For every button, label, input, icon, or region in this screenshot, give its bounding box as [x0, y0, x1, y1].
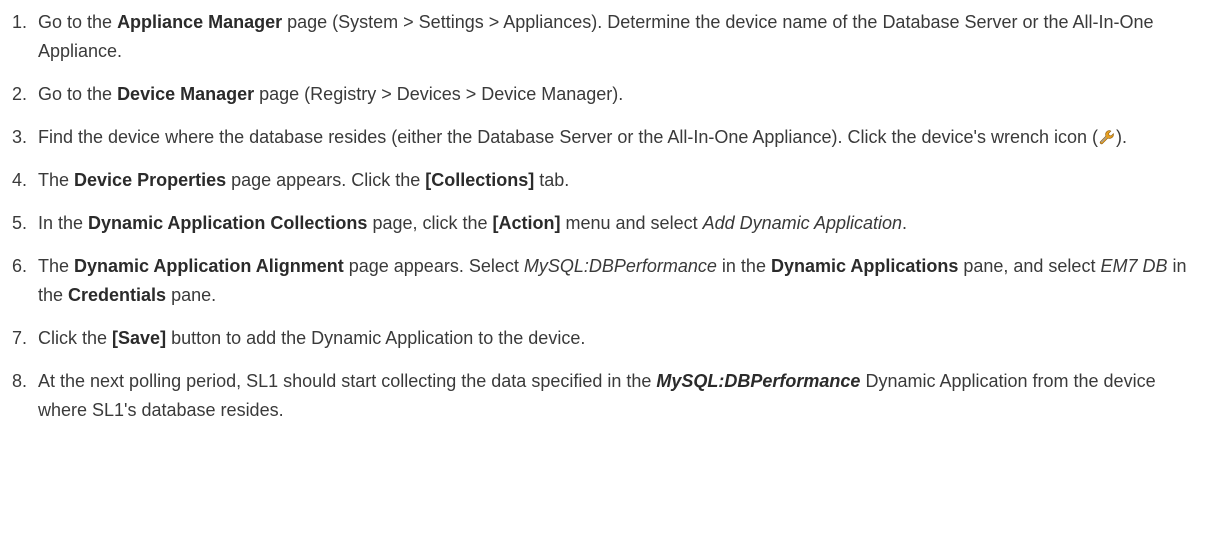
ui-term: [Save] — [112, 328, 167, 348]
ui-term: [Collections] — [425, 170, 535, 190]
step-text: page appears. Select — [343, 256, 524, 276]
step-text: Go to the — [38, 12, 118, 32]
step-text: The — [38, 256, 75, 276]
ui-term: Dynamic Application Alignment — [74, 256, 344, 276]
step-text: page appears. Click the — [226, 170, 426, 190]
step-number: 8. — [12, 371, 28, 391]
ui-term: Dynamic Application Collections — [88, 213, 368, 233]
instruction-steps: 1. Go to the Appliance Manager page (Syst… — [0, 0, 1223, 425]
step-text: Go to the — [38, 84, 118, 104]
step-text: The — [38, 170, 75, 190]
step-number: 1. — [12, 12, 28, 32]
step-text: page (Registry > Devices > Device Manage… — [254, 84, 624, 104]
step-number: 2. — [12, 84, 28, 104]
ui-term: [Action] — [492, 213, 561, 233]
step-1: 1. Go to the Appliance Manager page (Syst… — [0, 8, 1223, 66]
option-name: Add Dynamic Application — [702, 213, 903, 233]
step-text: Find the device where the database resid… — [38, 127, 1098, 147]
step-text: Click the — [38, 328, 113, 348]
step-3: 3. Find the device where the database res… — [0, 123, 1223, 152]
step-2: 2. Go to the Device Manager page (Registr… — [0, 80, 1223, 109]
step-4: 4. The Device Properties page appears. Cl… — [0, 166, 1223, 195]
ui-term: Credentials — [68, 285, 167, 305]
ui-term: Appliance Manager — [117, 12, 283, 32]
ui-term: Device Manager — [117, 84, 255, 104]
step-text: ). — [1116, 127, 1127, 147]
step-text: pane. — [166, 285, 217, 305]
step-text: menu and select — [560, 213, 703, 233]
step-number: 4. — [12, 170, 28, 190]
step-text: . — [902, 213, 908, 233]
option-name: EM7 DB — [1100, 256, 1168, 276]
step-text: button to add the Dynamic Application to… — [166, 328, 586, 348]
step-number: 6. — [12, 256, 28, 276]
step-number: 3. — [12, 127, 28, 147]
step-text: page, click the — [367, 213, 493, 233]
step-8: 8. At the next polling period, SL1 should… — [0, 367, 1223, 425]
step-number: 5. — [12, 213, 28, 233]
step-5: 5. In the Dynamic Application Collections… — [0, 209, 1223, 238]
step-text: In the — [38, 213, 89, 233]
step-6: 6. The Dynamic Application Alignment page… — [0, 252, 1223, 310]
step-7: 7. Click the [Save] button to add the Dyn… — [0, 324, 1223, 353]
step-text: pane, and select — [958, 256, 1101, 276]
step-text: tab. — [534, 170, 570, 190]
step-text: in the — [716, 256, 771, 276]
option-name: MySQL:DBPerformance — [523, 256, 717, 276]
step-number: 7. — [12, 328, 28, 348]
wrench-icon — [1099, 125, 1115, 145]
step-text: At the next polling period, SL1 should s… — [38, 371, 657, 391]
ui-term: Dynamic Applications — [770, 256, 959, 276]
ui-term: MySQL:DBPerformance — [656, 371, 861, 391]
ui-term: Device Properties — [74, 170, 227, 190]
